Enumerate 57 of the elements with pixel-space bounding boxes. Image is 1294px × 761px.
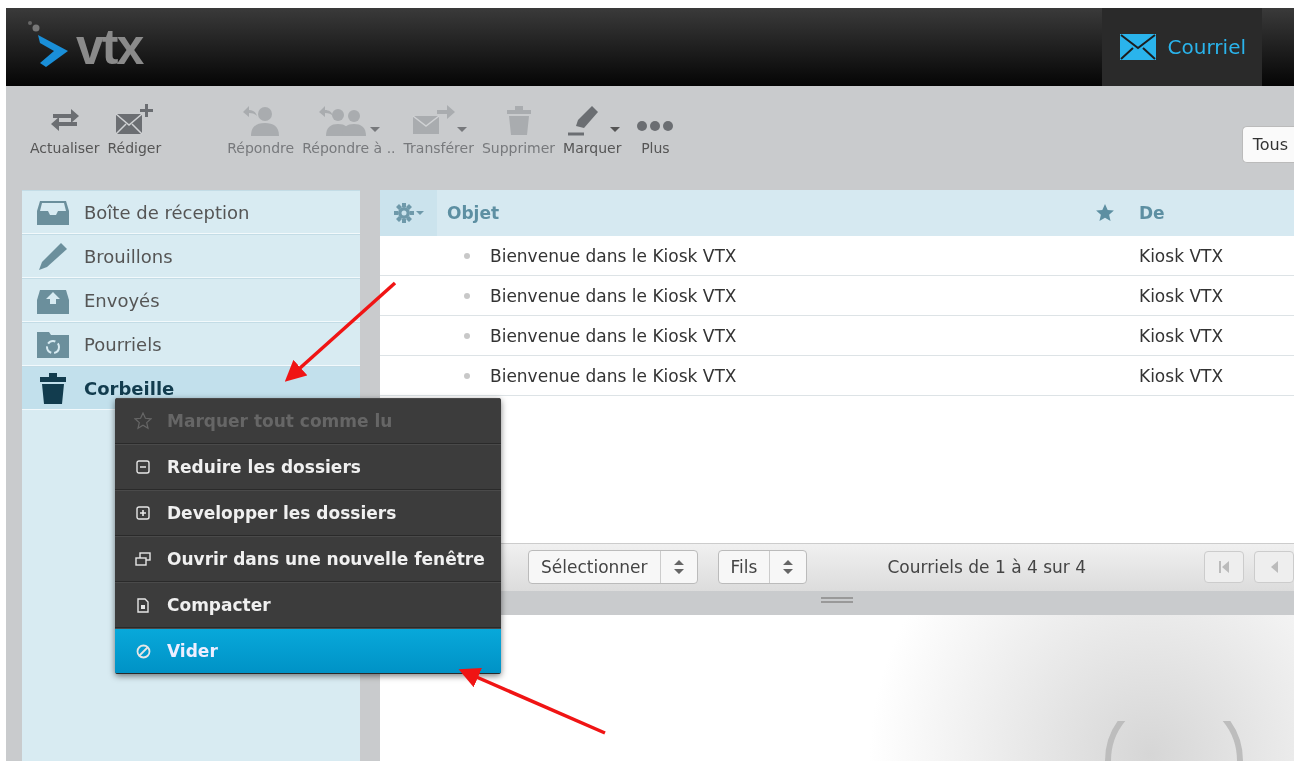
folder-item[interactable]: Boîte de réception — [22, 190, 360, 234]
previous-page-button[interactable] — [1254, 551, 1294, 583]
message-count: Courriels de 1 à 4 sur 4 — [887, 557, 1087, 577]
threads-dropdown[interactable]: Fils — [717, 550, 808, 584]
windows-icon — [135, 552, 151, 566]
logo-text: vtx — [76, 22, 143, 72]
table-cell-text: Bienvenue dans le Kiosk VTX — [490, 365, 738, 386]
pencil-icon — [37, 241, 69, 271]
refresh-button[interactable]: Actualiser — [26, 102, 104, 156]
menu-item[interactable]: Reduire les dossiers — [115, 444, 501, 490]
table-cell-text: Kiosk VTX — [1138, 325, 1224, 346]
menu-item[interactable]: Compacter — [115, 582, 501, 628]
settings-button[interactable] — [380, 190, 437, 236]
first-page-button[interactable] — [1204, 551, 1244, 583]
recycle-folder-icon — [37, 330, 69, 358]
forward-mail-icon — [410, 104, 455, 136]
bullet-icon — [464, 292, 470, 299]
mark-button[interactable]: Marquer — [559, 102, 626, 156]
previous-page-icon — [1269, 561, 1279, 573]
bullet-icon — [464, 372, 470, 379]
bullet-icon — [464, 332, 470, 339]
first-page-icon — [1218, 561, 1230, 573]
collapse-box-icon — [136, 460, 150, 474]
table-cell-text: Bienvenue dans le Kiosk VTX — [490, 325, 738, 346]
select-dropdown[interactable]: Sélectionner — [528, 550, 698, 584]
more-button[interactable]: Plus — [625, 102, 686, 156]
prohibited-icon — [135, 643, 151, 659]
folder-item[interactable]: Envoyés — [22, 278, 360, 322]
settings-icon — [393, 203, 424, 223]
menu-item[interactable]: Ouvrir dans une nouvelle fenêtre — [115, 536, 501, 582]
updown-icon — [783, 559, 794, 575]
updown-icon — [673, 559, 684, 575]
folder-item[interactable]: Pourriels — [22, 322, 360, 366]
document-icon — [137, 597, 149, 613]
compose-icon — [114, 104, 155, 136]
expand-box-icon — [136, 506, 150, 520]
caret-icon[interactable] — [610, 127, 621, 132]
mail-tab[interactable]: Courriel — [1101, 8, 1262, 86]
folder-item[interactable]: Brouillons — [22, 234, 360, 278]
table-cell-text: Bienvenue dans le Kiosk VTX — [490, 245, 738, 266]
table-cell-text: Kiosk VTX — [1138, 285, 1224, 306]
trash-icon — [40, 372, 66, 404]
compose-button[interactable]: Rédiger — [103, 102, 166, 156]
more-icon — [635, 120, 676, 132]
envelope-icon — [1119, 34, 1156, 60]
splitter-handle-icon[interactable] — [821, 596, 853, 603]
star-outline-icon — [134, 412, 152, 430]
reply-people-icon — [317, 104, 368, 136]
trash-icon — [504, 104, 533, 136]
menu-item[interactable]: Developper les dossiers — [115, 490, 501, 536]
table-cell-text: Kiosk VTX — [1138, 245, 1224, 266]
star-icon[interactable] — [1094, 203, 1115, 223]
bullet-icon — [464, 252, 470, 259]
table-cell-text: Kiosk VTX — [1138, 365, 1224, 386]
table-cell-text: Bienvenue dans le Kiosk VTX — [490, 285, 738, 306]
inbox-tray-icon — [37, 199, 69, 225]
filter-dropdown[interactable]: Tous — [1241, 126, 1294, 163]
